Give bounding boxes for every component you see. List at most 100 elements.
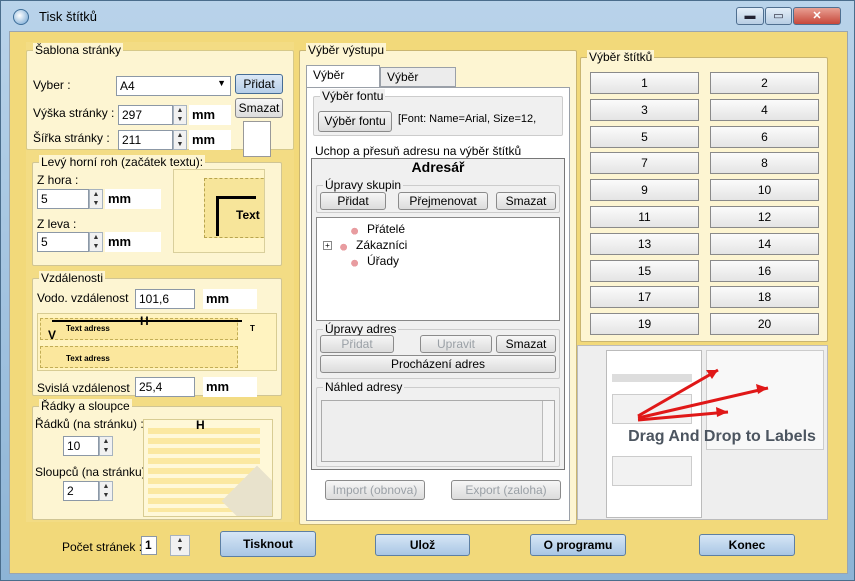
label-slot-14[interactable]: 14 [710, 232, 819, 255]
minimize-button[interactable]: ▬ [736, 7, 764, 25]
label-slot-9[interactable]: 9 [590, 179, 699, 202]
horizontal-distance-input[interactable]: 101,6 [135, 289, 195, 309]
font-select-button[interactable]: Výběr fontu [318, 111, 392, 132]
columns-input[interactable]: 2 [63, 481, 99, 501]
group-tree: Přátelé + Zákazníci Úřady [316, 217, 560, 321]
columns-label: Sloupců (na stránku) : [35, 465, 153, 479]
label-slot-1[interactable]: 1 [590, 72, 699, 94]
group-delete-button[interactable]: Smazat [496, 192, 556, 210]
import-button[interactable]: Import (obnova) [325, 480, 425, 500]
client-area: Šablona stránky Vyber : A4 ▼ Přidat Smaz… [9, 31, 848, 574]
vertical-distance-unit: mm [203, 377, 257, 397]
person-icon [338, 239, 352, 252]
label-slot-12[interactable]: 12 [710, 206, 819, 228]
address-browse-button[interactable]: Procházení adres [320, 355, 556, 373]
top-offset-spinner[interactable]: ▲ ▼ [89, 189, 103, 209]
rows-input[interactable]: 10 [63, 436, 99, 456]
height-label: Výška stránky : [33, 106, 115, 120]
label-slot-10[interactable]: 10 [710, 179, 819, 202]
group-edit-label: Úpravy skupin [323, 178, 404, 192]
vertical-distance-label: Svislá vzdálenost [37, 381, 130, 395]
address-book-title: Adresář [411, 159, 465, 175]
address-book: Adresář Úpravy skupin Přidat Přejmenovat… [311, 158, 565, 470]
width-input[interactable]: 211 [118, 130, 173, 150]
pages-spinner[interactable]: ▲ ▼ [170, 535, 190, 556]
tree-item-customers-label: Zákazníci [356, 238, 408, 252]
corner-group-label: Levý horní roh (začátek textu): [39, 155, 206, 169]
label-slot-13[interactable]: 13 [590, 232, 699, 255]
columns-spinner[interactable]: ▲ ▼ [99, 481, 113, 501]
distance-diagram-text-2: Text adress [66, 354, 110, 363]
top-offset-input[interactable]: 5 [37, 189, 89, 209]
exit-button[interactable]: Konec [699, 534, 795, 556]
tab-image[interactable]: Výběr obrázku [380, 67, 456, 102]
address-delete-button[interactable]: Smazat [496, 335, 556, 353]
tree-item-friends-label: Přátelé [367, 222, 406, 236]
distance-diagram: Text adress Text adress H V T [37, 313, 277, 371]
labels-group-label: Výběr štítků [587, 50, 655, 64]
label-slot-20[interactable]: 20 [710, 313, 819, 336]
label-slot-7[interactable]: 7 [590, 152, 699, 175]
address-add-button[interactable]: Přidat [320, 335, 394, 353]
left-offset-input[interactable]: 5 [37, 232, 89, 252]
height-spinner[interactable]: ▲ ▼ [173, 105, 187, 125]
close-button[interactable]: ✕ [793, 7, 841, 25]
horizontal-distance-label: Vodo. vzdálenost [37, 291, 129, 305]
label-slot-16[interactable]: 16 [710, 259, 819, 282]
group-rename-button[interactable]: Přejmenovat [398, 192, 488, 210]
vertical-distance-input[interactable]: 25,4 [135, 377, 195, 397]
address-edit-label: Úpravy adres [323, 322, 399, 336]
expand-icon[interactable]: + [323, 241, 332, 251]
distance-diagram-text-1: Text adress [66, 324, 110, 333]
rows-columns-group: Řádky a sloupce Řádků (na stránku) : 10 … [32, 399, 282, 520]
label-slot-2[interactable]: 2 [710, 72, 819, 94]
width-label: Šířka stránky : [33, 131, 110, 145]
output-group: Výběr výstupu Výběr adresy Výběr obrázku… [299, 43, 577, 525]
template-group: Šablona stránky Vyber : A4 ▼ Přidat Smaz… [26, 43, 294, 157]
group-add-button[interactable]: Přidat [320, 192, 386, 210]
font-value: [Font: Name=Arial, Size=12, [398, 113, 537, 125]
tree-item-friends[interactable]: Přátelé [349, 222, 405, 236]
tree-item-customers[interactable]: + Zákazníci [323, 238, 407, 252]
font-group-label: Výběr fontu [320, 89, 386, 103]
horizontal-distance-unit: mm [203, 289, 257, 309]
width-unit: mm [189, 130, 231, 150]
top-offset-label: Z hora : [37, 173, 79, 187]
drag-drop-caption: Drag And Drop to Labels [628, 428, 816, 445]
rows-label: Řádků (na stránku) : [35, 417, 144, 431]
page-format-select[interactable]: A4 ▼ [116, 76, 231, 96]
maximize-button[interactable]: ▭ [765, 7, 792, 25]
output-group-label: Výběr výstupu [306, 43, 387, 57]
address-edit-button[interactable]: Upravit [420, 335, 492, 353]
delete-template-button[interactable]: Smazat [235, 98, 283, 118]
label-slot-18[interactable]: 18 [710, 286, 819, 309]
template-group-label: Šablona stránky [33, 43, 124, 57]
tab-address[interactable]: Výběr adresy [306, 65, 380, 100]
label-slot-3[interactable]: 3 [590, 98, 699, 121]
preview-scrollbar[interactable] [542, 401, 554, 461]
left-offset-spinner[interactable]: ▲ ▼ [89, 232, 103, 252]
chevron-down-icon[interactable]: ▼ [217, 78, 226, 88]
label-slot-8[interactable]: 8 [710, 152, 819, 175]
width-spinner[interactable]: ▲ ▼ [173, 130, 187, 150]
height-input[interactable]: 297 [118, 105, 173, 125]
corner-diagram-text: Text [236, 208, 260, 222]
pages-input[interactable]: 1 [141, 536, 157, 555]
label-slot-6[interactable]: 6 [710, 125, 819, 148]
label-slot-15[interactable]: 15 [590, 259, 699, 282]
rows-spinner[interactable]: ▲ ▼ [99, 436, 113, 456]
pages-label: Počet stránek : [62, 540, 143, 554]
address-preview-group: Náhled adresy [316, 380, 560, 467]
save-button[interactable]: Ulož [375, 534, 470, 556]
label-slot-17[interactable]: 17 [590, 286, 699, 309]
drag-drop-illustration: Drag And Drop to Labels [577, 345, 828, 520]
label-slot-5[interactable]: 5 [590, 125, 699, 148]
label-slot-4[interactable]: 4 [710, 98, 819, 121]
add-template-button[interactable]: Přidat [235, 74, 283, 94]
about-button[interactable]: O programu [530, 534, 626, 556]
label-slot-19[interactable]: 19 [590, 313, 699, 336]
print-button[interactable]: Tisknout [220, 531, 316, 557]
label-slot-11[interactable]: 11 [590, 206, 699, 228]
tree-item-offices[interactable]: Úřady [349, 254, 399, 268]
export-button[interactable]: Export (zaloha) [451, 480, 561, 500]
